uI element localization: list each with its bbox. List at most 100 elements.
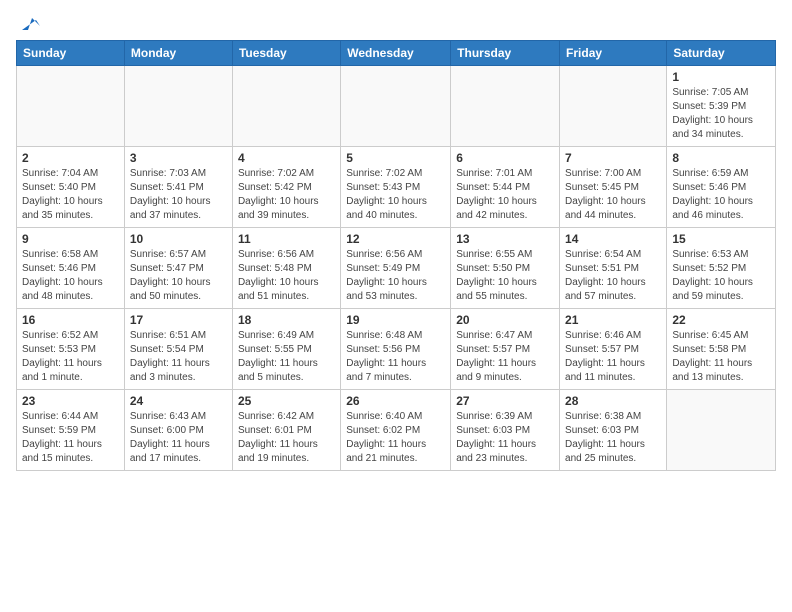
day-info: Sunrise: 6:58 AM Sunset: 5:46 PM Dayligh…: [22, 248, 119, 304]
calendar-weekday-tuesday: Tuesday: [232, 41, 340, 66]
calendar-cell: [560, 66, 667, 147]
day-info: Sunrise: 7:04 AM Sunset: 5:40 PM Dayligh…: [22, 167, 119, 223]
header: [16, 12, 776, 32]
day-number: 15: [672, 232, 770, 246]
calendar-cell: 21Sunrise: 6:46 AM Sunset: 5:57 PM Dayli…: [560, 309, 667, 390]
calendar-cell: 23 Sunrise: 6:44 AM Sunset: 5:59 PM Dayli…: [17, 390, 125, 471]
calendar-cell: [232, 66, 340, 147]
day-number: 2: [22, 151, 119, 165]
day-number: 3: [130, 151, 227, 165]
day-number: 11: [238, 232, 335, 246]
day-info: Sunrise: 7:03 AM Sunset: 5:41 PM Dayligh…: [130, 167, 227, 223]
calendar-cell: 13 Sunrise: 6:55 AM Sunset: 5:50 PM Dayli…: [451, 228, 560, 309]
day-info: Sunrise: 6:46 AM Sunset: 5:57 PM Dayligh…: [565, 329, 661, 385]
day-info: Sunrise: 6:45 AM Sunset: 5:58 PM Dayligh…: [672, 329, 770, 385]
day-number: 20: [456, 313, 554, 327]
day-number: 16: [22, 313, 119, 327]
day-number: 8: [672, 151, 770, 165]
page: SundayMondayTuesdayWednesdayThursdayFrid…: [0, 0, 792, 612]
calendar-cell: 7Sunrise: 7:00 AM Sunset: 5:45 PM Daylig…: [560, 147, 667, 228]
calendar-cell: 10 Sunrise: 6:57 AM Sunset: 5:47 PM Dayli…: [124, 228, 232, 309]
day-number: 9: [22, 232, 119, 246]
calendar-cell: [17, 66, 125, 147]
day-number: 7: [565, 151, 661, 165]
calendar-cell: 14 Sunrise: 6:54 AM Sunset: 5:51 PM Dayli…: [560, 228, 667, 309]
day-number: 10: [130, 232, 227, 246]
calendar-week-row-2: 2 Sunrise: 7:04 AM Sunset: 5:40 PM Daylig…: [17, 147, 776, 228]
day-info: Sunrise: 6:43 AM Sunset: 6:00 PM Dayligh…: [130, 410, 227, 466]
day-number: 19: [346, 313, 445, 327]
day-number: 6: [456, 151, 554, 165]
day-number: 1: [672, 70, 770, 84]
calendar-cell: [667, 390, 776, 471]
calendar-cell: 17Sunrise: 6:51 AM Sunset: 5:54 PM Dayli…: [124, 309, 232, 390]
day-info: Sunrise: 7:02 AM Sunset: 5:42 PM Dayligh…: [238, 167, 335, 223]
calendar-weekday-thursday: Thursday: [451, 41, 560, 66]
logo-icon: [18, 12, 40, 34]
calendar-header-row: SundayMondayTuesdayWednesdayThursdayFrid…: [17, 41, 776, 66]
calendar-cell: 19 Sunrise: 6:48 AM Sunset: 5:56 PM Dayli…: [341, 309, 451, 390]
day-number: 5: [346, 151, 445, 165]
calendar-cell: 11 Sunrise: 6:56 AM Sunset: 5:48 PM Dayli…: [232, 228, 340, 309]
calendar-cell: 20 Sunrise: 6:47 AM Sunset: 5:57 PM Dayli…: [451, 309, 560, 390]
calendar-cell: 27 Sunrise: 6:39 AM Sunset: 6:03 PM Dayli…: [451, 390, 560, 471]
calendar: SundayMondayTuesdayWednesdayThursdayFrid…: [16, 40, 776, 471]
calendar-weekday-saturday: Saturday: [667, 41, 776, 66]
day-number: 14: [565, 232, 661, 246]
day-number: 23: [22, 394, 119, 408]
day-info: Sunrise: 7:01 AM Sunset: 5:44 PM Dayligh…: [456, 167, 554, 223]
day-info: Sunrise: 6:51 AM Sunset: 5:54 PM Dayligh…: [130, 329, 227, 385]
calendar-week-row-5: 23 Sunrise: 6:44 AM Sunset: 5:59 PM Dayli…: [17, 390, 776, 471]
day-info: Sunrise: 6:48 AM Sunset: 5:56 PM Dayligh…: [346, 329, 445, 385]
calendar-cell: [124, 66, 232, 147]
day-number: 18: [238, 313, 335, 327]
day-info: Sunrise: 6:56 AM Sunset: 5:49 PM Dayligh…: [346, 248, 445, 304]
calendar-weekday-monday: Monday: [124, 41, 232, 66]
day-info: Sunrise: 7:05 AM Sunset: 5:39 PM Dayligh…: [672, 86, 770, 142]
calendar-cell: 28 Sunrise: 6:38 AM Sunset: 6:03 PM Dayli…: [560, 390, 667, 471]
day-info: Sunrise: 6:47 AM Sunset: 5:57 PM Dayligh…: [456, 329, 554, 385]
calendar-cell: 4 Sunrise: 7:02 AM Sunset: 5:42 PM Daylig…: [232, 147, 340, 228]
day-number: 24: [130, 394, 227, 408]
day-info: Sunrise: 6:49 AM Sunset: 5:55 PM Dayligh…: [238, 329, 335, 385]
calendar-cell: 24 Sunrise: 6:43 AM Sunset: 6:00 PM Dayli…: [124, 390, 232, 471]
calendar-week-row-3: 9 Sunrise: 6:58 AM Sunset: 5:46 PM Daylig…: [17, 228, 776, 309]
day-info: Sunrise: 6:39 AM Sunset: 6:03 PM Dayligh…: [456, 410, 554, 466]
calendar-cell: 3 Sunrise: 7:03 AM Sunset: 5:41 PM Daylig…: [124, 147, 232, 228]
day-info: Sunrise: 6:44 AM Sunset: 5:59 PM Dayligh…: [22, 410, 119, 466]
calendar-cell: 8 Sunrise: 6:59 AM Sunset: 5:46 PM Daylig…: [667, 147, 776, 228]
day-info: Sunrise: 6:38 AM Sunset: 6:03 PM Dayligh…: [565, 410, 661, 466]
day-number: 27: [456, 394, 554, 408]
day-info: Sunrise: 6:59 AM Sunset: 5:46 PM Dayligh…: [672, 167, 770, 223]
day-info: Sunrise: 6:55 AM Sunset: 5:50 PM Dayligh…: [456, 248, 554, 304]
calendar-cell: 25Sunrise: 6:42 AM Sunset: 6:01 PM Dayli…: [232, 390, 340, 471]
calendar-cell: 5Sunrise: 7:02 AM Sunset: 5:43 PM Daylig…: [341, 147, 451, 228]
day-info: Sunrise: 6:52 AM Sunset: 5:53 PM Dayligh…: [22, 329, 119, 385]
calendar-cell: [341, 66, 451, 147]
calendar-weekday-wednesday: Wednesday: [341, 41, 451, 66]
day-info: Sunrise: 6:53 AM Sunset: 5:52 PM Dayligh…: [672, 248, 770, 304]
day-number: 28: [565, 394, 661, 408]
calendar-cell: 6 Sunrise: 7:01 AM Sunset: 5:44 PM Daylig…: [451, 147, 560, 228]
day-number: 26: [346, 394, 445, 408]
calendar-cell: 18 Sunrise: 6:49 AM Sunset: 5:55 PM Dayli…: [232, 309, 340, 390]
calendar-cell: 22 Sunrise: 6:45 AM Sunset: 5:58 PM Dayli…: [667, 309, 776, 390]
calendar-weekday-friday: Friday: [560, 41, 667, 66]
logo: [16, 12, 40, 32]
day-number: 4: [238, 151, 335, 165]
calendar-week-row-1: 1 Sunrise: 7:05 AM Sunset: 5:39 PM Daylig…: [17, 66, 776, 147]
calendar-week-row-4: 16 Sunrise: 6:52 AM Sunset: 5:53 PM Dayli…: [17, 309, 776, 390]
day-number: 13: [456, 232, 554, 246]
day-info: Sunrise: 6:54 AM Sunset: 5:51 PM Dayligh…: [565, 248, 661, 304]
day-number: 25: [238, 394, 335, 408]
calendar-cell: 26Sunrise: 6:40 AM Sunset: 6:02 PM Dayli…: [341, 390, 451, 471]
calendar-cell: 15 Sunrise: 6:53 AM Sunset: 5:52 PM Dayli…: [667, 228, 776, 309]
calendar-weekday-sunday: Sunday: [17, 41, 125, 66]
calendar-cell: 1 Sunrise: 7:05 AM Sunset: 5:39 PM Daylig…: [667, 66, 776, 147]
calendar-cell: 2 Sunrise: 7:04 AM Sunset: 5:40 PM Daylig…: [17, 147, 125, 228]
day-info: Sunrise: 6:57 AM Sunset: 5:47 PM Dayligh…: [130, 248, 227, 304]
calendar-cell: 9 Sunrise: 6:58 AM Sunset: 5:46 PM Daylig…: [17, 228, 125, 309]
day-info: Sunrise: 6:56 AM Sunset: 5:48 PM Dayligh…: [238, 248, 335, 304]
day-number: 22: [672, 313, 770, 327]
day-number: 12: [346, 232, 445, 246]
